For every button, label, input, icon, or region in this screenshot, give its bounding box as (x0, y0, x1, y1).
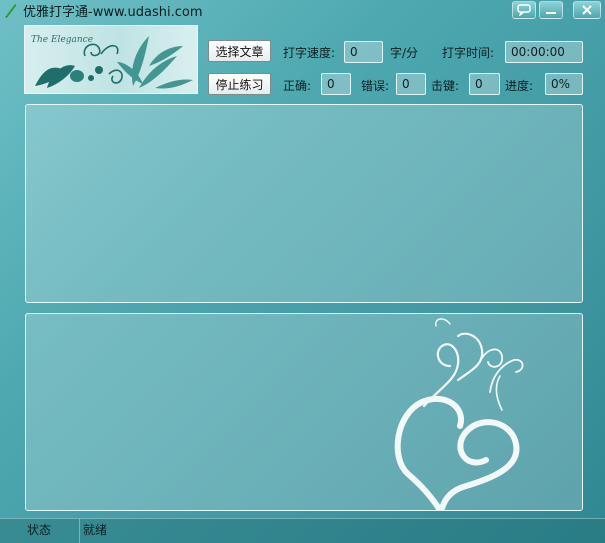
keystrokes-label: 击键: (431, 79, 460, 93)
banner-image: The Elegance (24, 25, 198, 94)
select-article-label: 选择文章 (215, 44, 264, 59)
speed-unit: 字/分 (390, 46, 419, 60)
status-label: 状态 (0, 519, 80, 543)
errors-label: 错误: (361, 79, 390, 93)
select-article-button[interactable]: 选择文章 (208, 40, 271, 62)
title-bar: 优雅打字通-www.udashi.com (0, 0, 605, 20)
window-title: 优雅打字通-www.udashi.com (23, 5, 203, 20)
status-value: 就绪 (83, 523, 108, 537)
close-button[interactable] (573, 1, 601, 19)
speed-field: 0 (344, 41, 383, 63)
progress-field: 0% (545, 73, 583, 95)
typing-input-area[interactable] (25, 313, 583, 511)
chat-icon (517, 4, 531, 16)
speed-label: 打字速度: (283, 46, 336, 60)
minimize-button[interactable] (539, 1, 563, 19)
time-label: 打字时间: (442, 46, 495, 60)
status-bar: 状态 就绪 (0, 518, 605, 543)
stop-practice-label: 停止练习 (215, 77, 264, 92)
time-field: 00:00:00 (505, 41, 583, 63)
feedback-button[interactable] (512, 1, 536, 19)
heart-vine-decoration (394, 318, 524, 510)
banner-signature: The Elegance (31, 35, 93, 45)
pen-app-icon (5, 4, 17, 18)
errors-field: 0 (396, 73, 426, 95)
stop-practice-button[interactable]: 停止练习 (208, 73, 271, 95)
progress-label: 进度: (505, 79, 534, 93)
minimize-icon (546, 12, 556, 14)
close-icon (582, 5, 592, 15)
keystrokes-field: 0 (469, 73, 500, 95)
correct-field: 0 (321, 73, 351, 95)
correct-label: 正确: (283, 79, 312, 93)
article-display-panel (25, 104, 583, 303)
